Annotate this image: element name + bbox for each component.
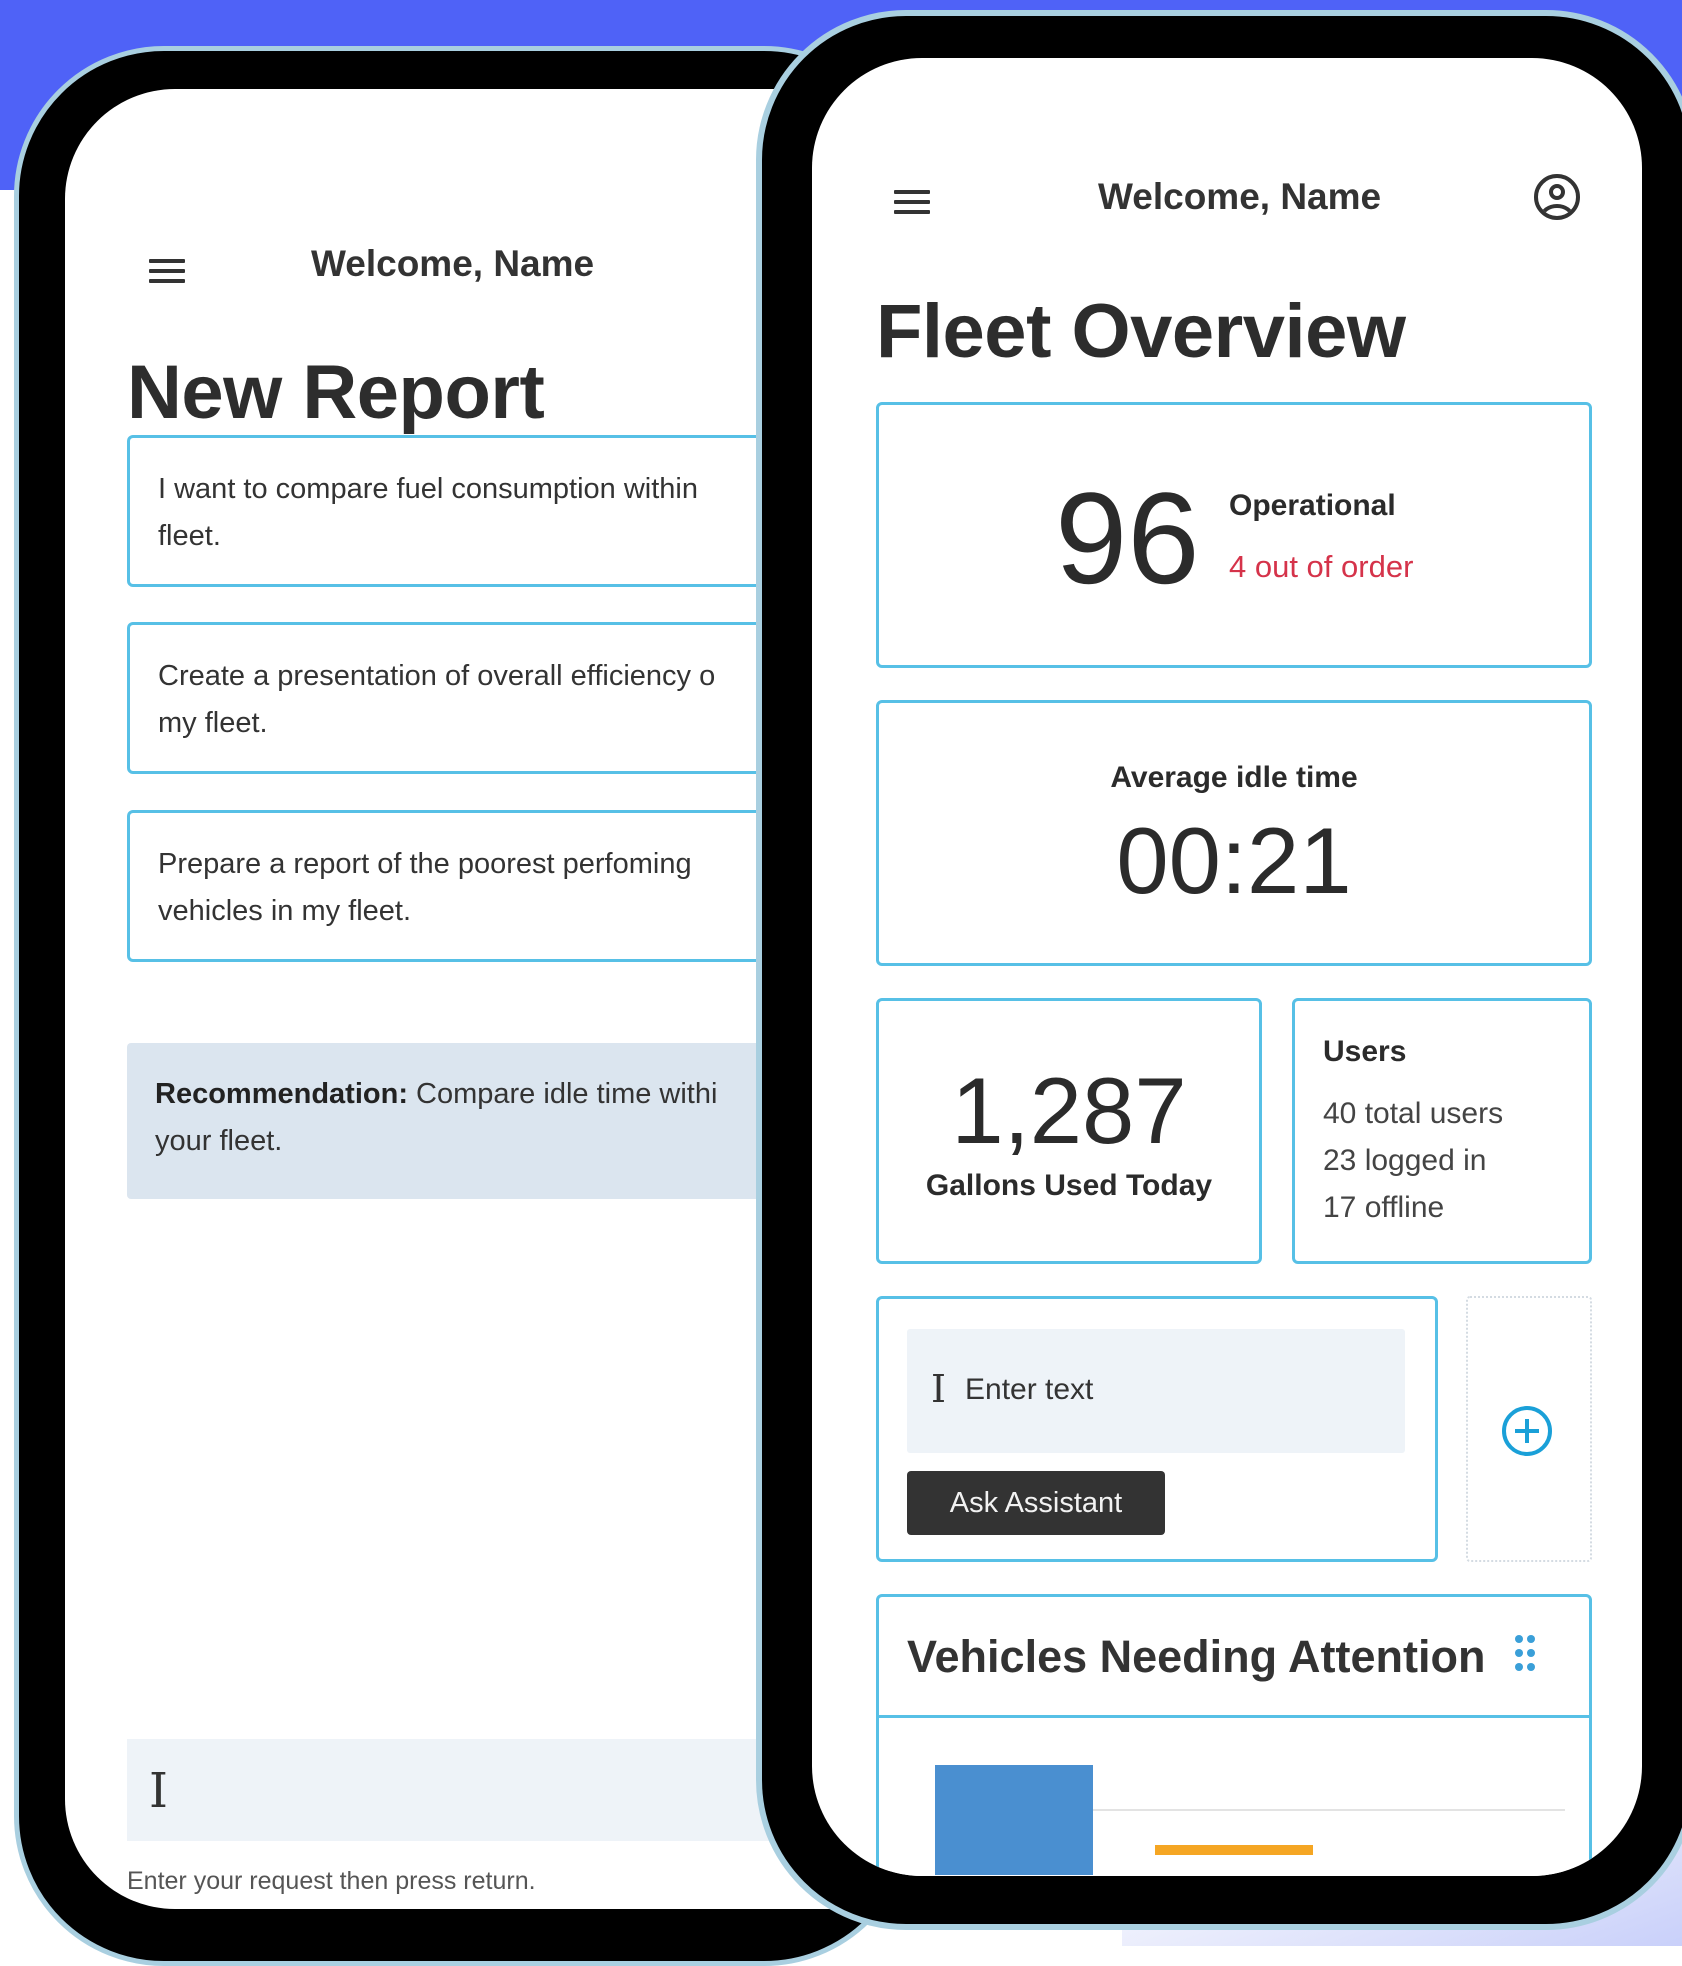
text-cursor-icon: I [149,1763,168,1819]
users-card[interactable]: Users 40 total users 23 logged in 17 off… [1292,998,1592,1264]
request-hint: Enter your request then press return. [127,1867,536,1895]
gallons-label: Gallons Used Today [925,1169,1213,1202]
out-of-order-label: 4 out of order [1229,549,1414,584]
vehicles-attention-card[interactable]: Vehicles Needing Attention [876,1594,1592,1876]
idle-time-card[interactable]: Average idle time 00:21 [876,700,1592,966]
fleet-overview-screen: Welcome, Name Fleet Overview 96 Operatio… [812,58,1642,1876]
operational-label: Operational [1229,489,1396,522]
ask-assistant-button[interactable]: Ask Assistant [907,1471,1165,1535]
recommendation-label: Recommendation: [155,1078,408,1110]
users-offline: 17 offline [1323,1191,1445,1224]
idle-time-value: 00:21 [1116,808,1352,913]
assistant-card: I Enter text Ask Assistant [876,1296,1438,1562]
menu-icon[interactable] [894,190,930,214]
gallons-value: 1,287 [951,1058,1187,1163]
menu-icon[interactable] [149,259,185,283]
drag-handle-icon[interactable] [1515,1635,1537,1673]
assistant-text-input[interactable]: I Enter text [907,1329,1405,1453]
account-circle-icon[interactable] [1534,174,1580,220]
assistant-placeholder: Enter text [965,1373,1094,1406]
users-total: 40 total users [1323,1097,1504,1130]
recommendation-text: Compare idle time withi [407,1078,718,1110]
card-divider [879,1715,1589,1718]
vehicles-title: Vehicles Needing Attention [907,1631,1486,1682]
add-widget-slot[interactable] [1466,1296,1592,1562]
welcome-label: Welcome, Name [1098,176,1382,217]
idle-time-label: Average idle time [1110,761,1358,794]
page-title: New Report [127,350,545,435]
text-cursor-icon: I [931,1367,947,1411]
page-title: Fleet Overview [876,289,1406,374]
chart-bar-orange [1155,1845,1313,1855]
operational-count: 96 [1055,465,1200,611]
welcome-label: Welcome, Name [311,243,595,284]
phone-fleet-overview: Welcome, Name Fleet Overview 96 Operatio… [756,10,1682,1930]
users-logged-in: 23 logged in [1323,1144,1487,1177]
gallons-card[interactable]: 1,287 Gallons Used Today [876,998,1262,1264]
chart-bar-blue [935,1765,1093,1875]
users-title: Users [1323,1035,1407,1068]
operational-card[interactable]: 96 Operational 4 out of order [876,402,1592,668]
add-circle-icon[interactable] [1502,1406,1552,1456]
